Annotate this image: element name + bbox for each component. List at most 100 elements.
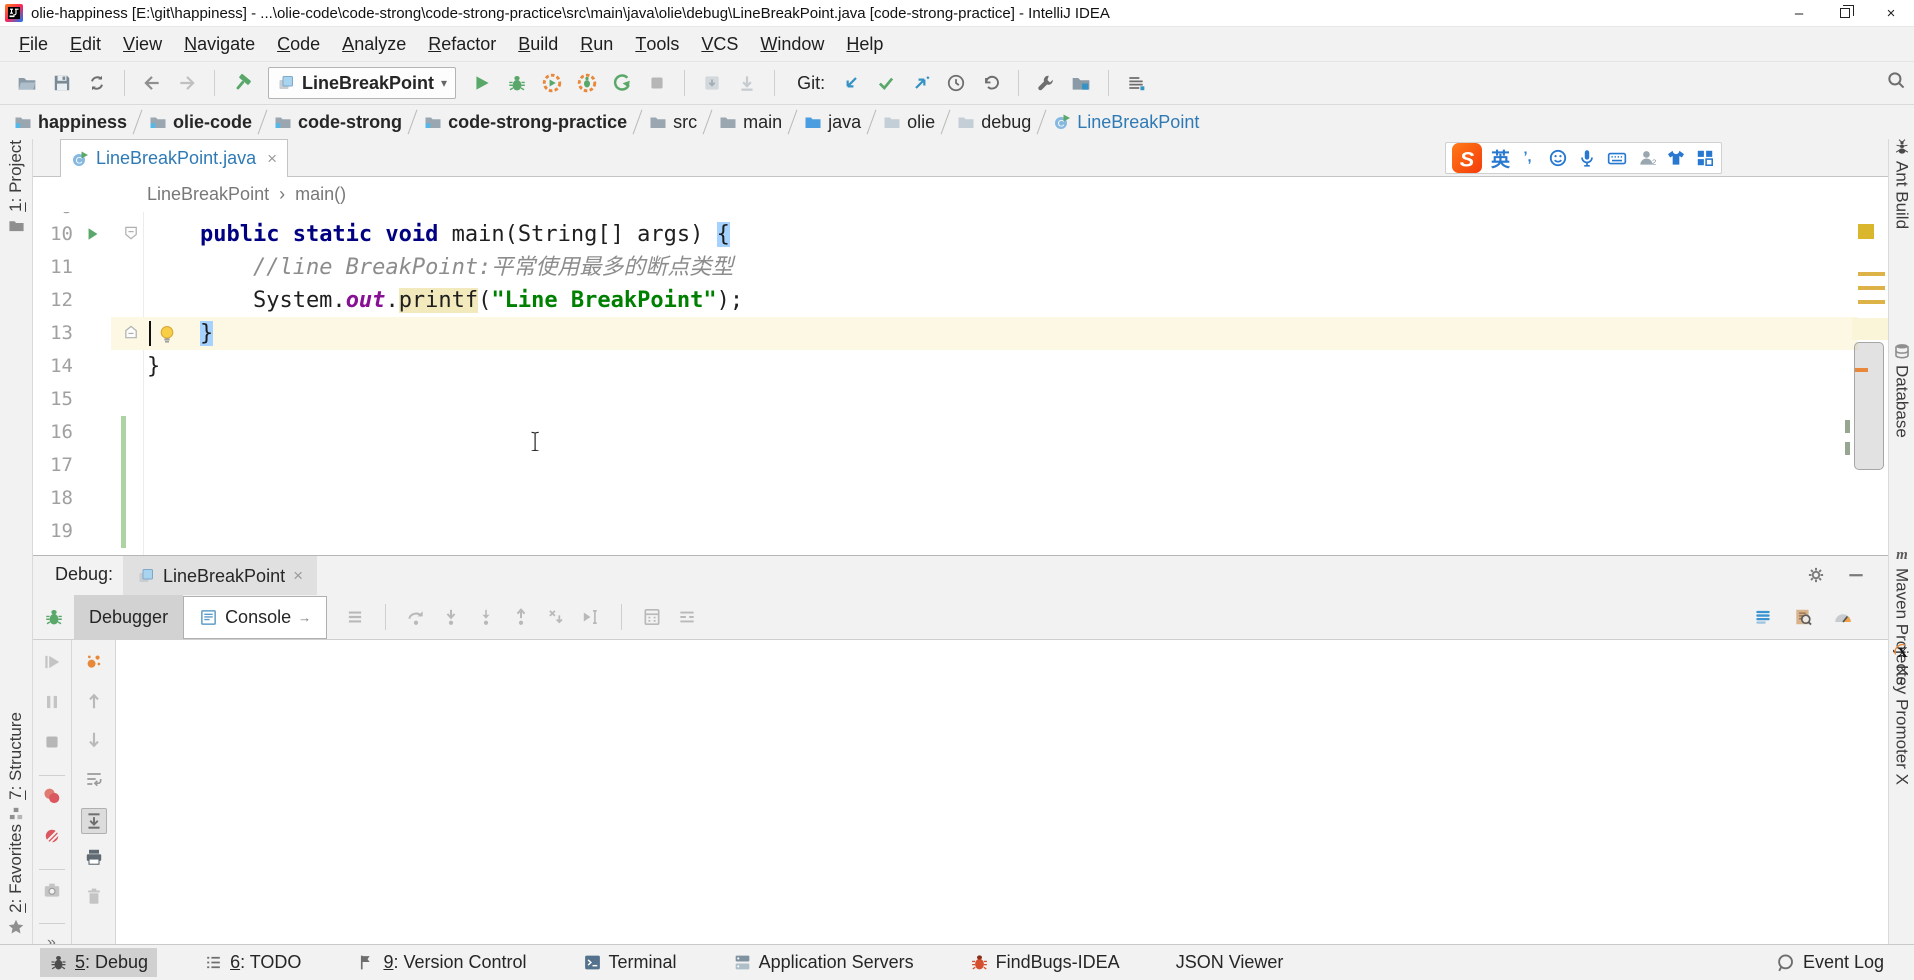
menu-refactor[interactable]: Refactor <box>417 27 507 61</box>
debug-icon[interactable] <box>44 607 64 627</box>
gauge-icon[interactable] <box>1833 607 1853 627</box>
drop-frame-icon[interactable] <box>546 607 566 627</box>
back-icon[interactable] <box>139 70 165 96</box>
breadcrumb-class[interactable]: LineBreakPoint <box>147 184 269 205</box>
soft-wrap-icon[interactable] <box>84 769 104 789</box>
force-step-into-icon[interactable] <box>476 607 496 627</box>
user-icon[interactable]: 2 <box>1637 148 1657 168</box>
microphone-icon[interactable] <box>1577 148 1597 168</box>
menu-run[interactable]: Run <box>569 27 624 61</box>
stop-icon[interactable] <box>644 70 670 96</box>
git-update-icon[interactable] <box>838 70 864 96</box>
menu-file[interactable]: File <box>8 27 59 61</box>
statusbar-findbugs-idea[interactable]: FindBugs-IDEA <box>961 948 1129 977</box>
toolwindow-button-key-promoter-x[interactable]: XKey Promoter X <box>1889 642 1914 785</box>
open-icon[interactable] <box>14 70 40 96</box>
menu-build[interactable]: Build <box>507 27 569 61</box>
toolwindow-button-ant-build[interactable]: Ant Build <box>1889 138 1914 229</box>
toolwindow-button-1-project[interactable]: 1: Project <box>0 140 32 234</box>
rollback-icon[interactable] <box>978 70 1004 96</box>
fold-up-icon[interactable] <box>123 324 140 341</box>
save-icon[interactable] <box>49 70 75 96</box>
hide-icon[interactable] <box>1846 565 1866 585</box>
debug-session-tab[interactable]: LineBreakPoint × <box>123 556 317 596</box>
breadcrumb-src[interactable]: src <box>645 112 701 133</box>
menu-help[interactable]: Help <box>835 27 894 61</box>
update-application-icon[interactable] <box>699 70 725 96</box>
gear-icon[interactable] <box>1806 565 1826 585</box>
print-icon[interactable] <box>84 847 104 867</box>
breadcrumb-debug[interactable]: debug <box>953 112 1035 133</box>
breadcrumb-olie-code[interactable]: olie-code <box>145 112 256 133</box>
wrench-icon[interactable] <box>1033 70 1059 96</box>
search-everywhere-icon[interactable] <box>1886 70 1906 90</box>
down-stack-icon[interactable] <box>84 730 104 750</box>
step-into-icon[interactable] <box>441 607 461 627</box>
close-button[interactable]: × <box>1868 0 1914 27</box>
statusbar-6-todo[interactable]: 6: TODO <box>195 948 310 977</box>
restore-button[interactable] <box>1822 0 1868 27</box>
minimize-button[interactable]: – <box>1776 0 1822 27</box>
statusbar-terminal[interactable]: Terminal <box>574 948 686 977</box>
console-output-area[interactable] <box>116 640 1888 944</box>
coverage-icon[interactable] <box>539 70 565 96</box>
project-structure-icon[interactable] <box>1068 70 1094 96</box>
menu-code[interactable]: Code <box>266 27 331 61</box>
breadcrumb-code-strong-practice[interactable]: code-strong-practice <box>420 112 631 133</box>
scroll-end-icon[interactable] <box>81 808 107 834</box>
threads-icon[interactable] <box>1753 607 1773 627</box>
warning-stripe-mark[interactable] <box>1858 300 1885 304</box>
statusbar-9-version-control[interactable]: 9: Version Control <box>348 948 535 977</box>
close-icon[interactable]: × <box>293 566 303 586</box>
compare-icon[interactable] <box>1123 70 1149 96</box>
menu-analyze[interactable]: Analyze <box>331 27 417 61</box>
attach-icon[interactable] <box>609 70 635 96</box>
breadcrumb-linebreakpoint[interactable]: CLineBreakPoint <box>1049 112 1203 133</box>
hammer-icon[interactable] <box>229 70 255 96</box>
warning-stripe-mark[interactable] <box>1855 368 1868 372</box>
inspection-status-marker[interactable] <box>1858 224 1874 239</box>
stop-icon[interactable] <box>42 732 62 752</box>
menu-window[interactable]: Window <box>749 27 835 61</box>
orange-dots-icon[interactable] <box>84 652 104 672</box>
debug-tab-console[interactable]: Console→ <box>183 596 327 639</box>
warning-stripe-mark[interactable] <box>1858 272 1885 276</box>
breadcrumb-method[interactable]: main() <box>295 184 346 205</box>
event-log-button[interactable]: Event Log <box>1775 952 1884 973</box>
profile-icon[interactable] <box>574 70 600 96</box>
smiley-icon[interactable] <box>1548 148 1568 168</box>
sync-icon[interactable] <box>84 70 110 96</box>
breadcrumb-java[interactable]: java <box>800 112 865 133</box>
history-icon[interactable] <box>943 70 969 96</box>
trace-icon[interactable] <box>677 607 697 627</box>
punctuation-icon[interactable]: ’, <box>1519 148 1539 168</box>
statusbar-json-viewer[interactable]: JSON Viewer <box>1167 948 1293 977</box>
git-commit-icon[interactable] <box>873 70 899 96</box>
statusbar-5-debug[interactable]: 5: Debug <box>40 948 157 977</box>
debug-icon[interactable] <box>504 70 530 96</box>
keyboard-icon[interactable] <box>1606 148 1628 168</box>
toolwindow-button-2-favorites[interactable]: 2: Favorites <box>0 824 32 936</box>
toolwindow-button-7-structure[interactable]: 7: Structure <box>0 712 32 822</box>
sogou-logo-icon[interactable]: S <box>1452 143 1482 173</box>
run-icon[interactable] <box>469 70 495 96</box>
hamburger-icon[interactable] <box>345 607 365 627</box>
menu-navigate[interactable]: Navigate <box>173 27 266 61</box>
statusbar-application-servers[interactable]: Application Servers <box>724 948 923 977</box>
view-breakpoints-icon[interactable] <box>42 786 62 806</box>
mute-breakpoints-icon[interactable] <box>42 826 62 846</box>
toolwindow-button-database[interactable]: Database <box>1889 342 1914 438</box>
run-configuration-select[interactable]: LineBreakPoint▾ <box>268 67 456 99</box>
close-icon[interactable]: × <box>267 149 277 169</box>
menu-view[interactable]: View <box>112 27 173 61</box>
breadcrumb-main[interactable]: main <box>715 112 786 133</box>
debug-tab-debugger[interactable]: Debugger <box>74 595 183 640</box>
menu-vcs[interactable]: VCS <box>690 27 749 61</box>
shirt-icon[interactable] <box>1666 148 1686 168</box>
editor-scrollbar-thumb[interactable] <box>1854 342 1884 470</box>
pause-icon[interactable] <box>42 692 62 712</box>
analyze-stacktrace-icon[interactable] <box>1793 607 1813 627</box>
fold-down-icon[interactable] <box>123 225 140 242</box>
resume-icon[interactable] <box>42 652 62 672</box>
editor-tab-linebreakpoint[interactable]: C LineBreakPoint.java × <box>60 139 288 177</box>
